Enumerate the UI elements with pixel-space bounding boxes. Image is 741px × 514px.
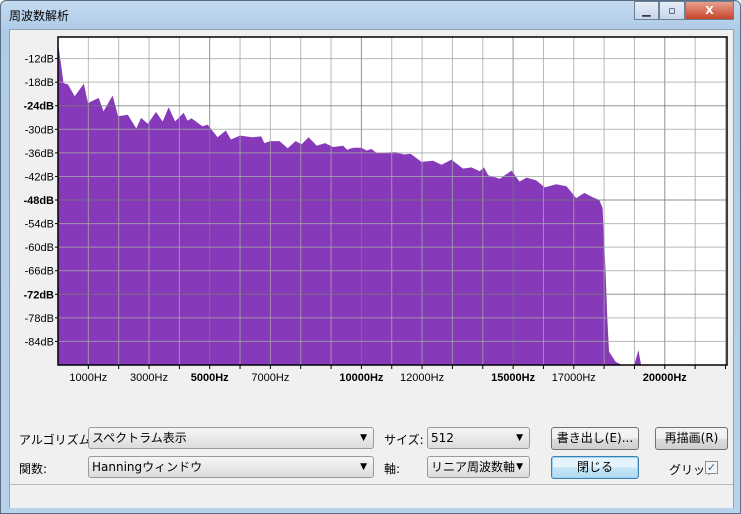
replot-button[interactable]: 再描画(R)	[655, 427, 728, 450]
y-tick-label: -42dB	[25, 171, 54, 183]
close-window-button[interactable]: X	[685, 1, 734, 20]
maximize-button[interactable]: ▫	[659, 1, 685, 20]
dropdown-arrow-icon: ▼	[360, 433, 367, 443]
close-button[interactable]: 閉じる	[551, 456, 639, 479]
y-tick-label: -24dB	[23, 101, 54, 113]
x-tick-label: 1000Hz	[69, 372, 107, 384]
axis-label: 軸:	[384, 462, 401, 476]
y-tick-label: -72dB	[23, 289, 54, 301]
size-label: サイズ:	[384, 433, 424, 447]
window-title: 周波数解析	[9, 9, 70, 23]
y-tick-label: -36dB	[25, 148, 54, 160]
x-tick-label: 20000Hz	[643, 372, 688, 384]
x-tick-label: 3000Hz	[130, 372, 168, 384]
x-tick-label: 12000Hz	[400, 372, 444, 384]
dropdown-arrow-icon: ▼	[516, 433, 523, 443]
y-tick-label: -18dB	[25, 77, 54, 89]
algorithm-value: スペクトラム表示	[92, 431, 187, 445]
y-tick-label: -54dB	[25, 219, 54, 231]
function-value: Hanningウィンドウ	[92, 460, 203, 474]
grid-checkbox[interactable]: ✓	[705, 461, 718, 474]
y-tick-label: -30dB	[25, 124, 54, 136]
size-value: 512	[431, 431, 454, 445]
export-button[interactable]: 書き出し(E)...	[551, 427, 639, 450]
size-select[interactable]: 512 ▼	[427, 427, 530, 449]
x-tick-label: 10000Hz	[339, 372, 384, 384]
y-tick-label: -66dB	[25, 266, 54, 278]
algorithm-label: アルゴリズム:	[19, 433, 95, 447]
function-label: 関数:	[19, 462, 48, 476]
y-tick-label: -12dB	[25, 54, 54, 66]
y-tick-label: -84dB	[25, 336, 54, 348]
x-tick-label: 5000Hz	[191, 372, 229, 384]
algorithm-select[interactable]: スペクトラム表示 ▼	[88, 427, 374, 449]
axis-select[interactable]: リニア周波数軸 ▼	[427, 456, 530, 478]
minimize-button[interactable]: ▁	[634, 1, 659, 20]
x-tick-label: 17000Hz	[552, 372, 596, 384]
dropdown-arrow-icon: ▼	[360, 462, 367, 472]
function-select[interactable]: Hanningウィンドウ ▼	[88, 456, 374, 478]
x-tick-label: 15000Hz	[491, 372, 536, 384]
y-tick-label: -60dB	[25, 242, 54, 254]
y-tick-label: -78dB	[25, 313, 54, 325]
spectrum-plot: -12dB -18dB -24dB -30dB -36dB -42dB -48dB -54dB…	[23, 36, 728, 384]
frequency-analysis-window: 周波数解析 ▁ ▫ X -12dB -18dB -24dB -30dB -36dB -42…	[0, 0, 741, 514]
dropdown-arrow-icon: ▼	[516, 462, 523, 472]
axis-value: リニア周波数軸	[431, 460, 516, 474]
x-tick-label: 7000Hz	[251, 372, 289, 384]
status-bar	[10, 484, 733, 508]
dialog-body: -12dB -18dB -24dB -30dB -36dB -42dB -48dB -54dB…	[9, 29, 734, 508]
y-tick-label: -48dB	[23, 195, 54, 207]
